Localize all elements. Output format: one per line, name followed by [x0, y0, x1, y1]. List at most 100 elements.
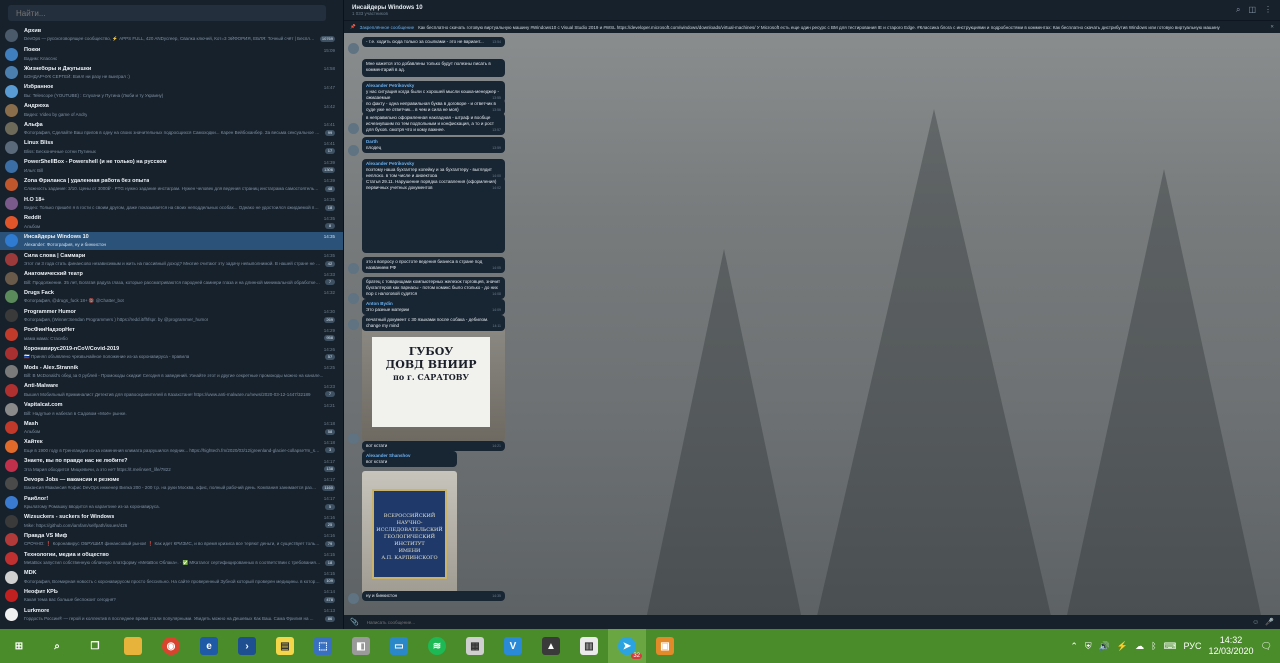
photo-message-plaque[interactable]: ВСЕРОССИЙСКИЙ НАУЧНО- ИССЛЕДОВАТЕЛЬСКИЙ … [362, 471, 457, 599]
search-icon[interactable]: ⌕ [1236, 5, 1240, 15]
chat-list-item[interactable]: Знаете, вы по правде нас не любите? 14:17… [0, 456, 343, 475]
close-icon[interactable]: ✕ [1270, 24, 1274, 30]
pinned-message[interactable]: 📌 Закреплённое сообщение Как бесплатно с… [344, 20, 1280, 33]
keyboard-icon[interactable]: ⌨ [1163, 641, 1176, 652]
bluetooth-icon[interactable]: ᛒ [1151, 641, 1156, 651]
app-button[interactable]: ⬚ [304, 629, 342, 663]
chat-list-item[interactable]: Анатомический театр 14:33 Bill: Продолжени… [0, 269, 343, 288]
telegram-button[interactable]: ➤ 32 [608, 629, 646, 663]
browser-button[interactable]: e [190, 629, 228, 663]
cloud-icon[interactable]: ☁ [1135, 641, 1144, 652]
sender-avatar[interactable] [348, 145, 359, 156]
more-icon[interactable]: ⋮ [1264, 5, 1272, 15]
volume-icon[interactable]: 🔊 [1099, 641, 1110, 652]
shield-icon[interactable]: ⛨ [1085, 641, 1092, 652]
chat-list-item[interactable]: Хайтек 14:18 Еще в 1900 году в Гренландии … [0, 437, 343, 456]
message-bubble[interactable]: вот кстати 14:21 [362, 441, 505, 451]
emoji-icon[interactable]: ☺ [1252, 619, 1259, 626]
chat-time: 14:47 [323, 84, 335, 90]
chat-list-item[interactable]: PowerShellBox - Powershell (и не только)… [0, 157, 343, 176]
message-input[interactable] [364, 616, 1247, 628]
chat-list-item[interactable]: H.O 18+ 14:35 Видео: Только пришёл я в гос… [0, 194, 343, 213]
message-bubble[interactable]: печатный документ с 30 языками после соб… [362, 315, 505, 331]
sender-avatar[interactable] [348, 293, 359, 304]
photo-message-sign[interactable]: ГУБОУ ДОВД ВНИИР по г. САРАТОВУ [362, 323, 505, 441]
chat-list-item[interactable]: Жизнеборы и Джугышки 14:58 БОНДАРЧУК СЕРГЕ… [0, 63, 343, 82]
chat-list-item[interactable]: Раиблог! 14:17 Крылатому Ромашку вводится … [0, 493, 343, 512]
chat-time: 14:35 [323, 215, 335, 221]
sender-avatar[interactable] [348, 433, 359, 444]
chat-list-item[interactable]: Mash 14:18 Альбом 58 [0, 418, 343, 437]
chat-list-item[interactable]: Wizsuckers - suckers for Windows 14:16 Mik… [0, 512, 343, 531]
message-bubble[interactable]: Alexander Shanshov вот кстати [362, 451, 457, 467]
powershell-button[interactable]: › [228, 629, 266, 663]
chat-list-item[interactable]: Технологии, медиа и общество 14:15 MetaBox… [0, 549, 343, 568]
chevron-up-icon[interactable]: ⌃ [1070, 641, 1078, 652]
message-bubble[interactable]: Anton Bydin Это разные материи 14:09 [362, 299, 505, 315]
app-button[interactable]: ▥ [570, 629, 608, 663]
message-time: 14:05 [492, 266, 501, 270]
chat-list-item[interactable]: Programmer Humor 14:30 Фотография, (Winner… [0, 306, 343, 325]
remote-desktop-button[interactable]: ▭ [380, 629, 418, 663]
sender-avatar[interactable] [348, 319, 359, 330]
vscode-button[interactable]: V [494, 629, 532, 663]
message-bubble[interactable]: это к вопросу о простоте ведения бизнеса… [362, 257, 505, 273]
sender-avatar[interactable] [348, 43, 359, 54]
network-icon[interactable]: ⚡ [1117, 641, 1128, 652]
chrome-button[interactable]: ◉ [152, 629, 190, 663]
chat-list-item[interactable]: Vapitalcat.com 14:21 Bill: Надутые я набег… [0, 400, 343, 419]
chat-list-item[interactable]: Linux Bliss 14:41 Bliss: Бесконечные сотни… [0, 138, 343, 157]
chat-list-item[interactable]: Архив DevOps — русскоговорящее сообщество… [0, 26, 343, 45]
message-bubble[interactable]: Статья 29.11. Нарушение порядка составле… [362, 177, 505, 253]
chat-list-item[interactable]: Devops Jobs — вакансии и резюме 14:17 Вака… [0, 475, 343, 494]
chat-list-item[interactable]: Сила слова | Саммари 14:35 Этот ли 3 года … [0, 250, 343, 269]
notification-icon[interactable]: 🗨 [1261, 641, 1272, 652]
search-button[interactable]: ⌕ [38, 629, 76, 663]
chat-list-item[interactable]: MDK 14:15 Фотография, Всемирная новость с … [0, 568, 343, 587]
app-button[interactable]: ▦ [456, 629, 494, 663]
sender-avatar[interactable] [348, 593, 359, 604]
chat-list-item[interactable]: Mods - Alex.Strannik 14:25 Bill: В McDonal… [0, 362, 343, 381]
chat-list-item[interactable]: Lurkmore 14:13 Гордость России® — герой и … [0, 605, 343, 624]
app-button[interactable]: ▲ [532, 629, 570, 663]
chat-list-item[interactable]: Правда VS Миф 14:16 СРОЧНО: ❗ Коронавирус … [0, 531, 343, 550]
message-text: ну и бинкистон [366, 593, 398, 598]
columns-icon[interactable]: ◫ [1248, 5, 1256, 15]
task-view-button[interactable]: ❐ [76, 629, 114, 663]
chat-list-item[interactable]: Drugs Fack 14:32 Фотография, @drugs_fuck 1… [0, 288, 343, 307]
language-indicator[interactable]: РУС [1183, 641, 1201, 651]
message-bubble[interactable]: в неправильно оформленная накладная - шт… [362, 113, 505, 135]
unread-badge: 8 [325, 223, 335, 230]
app-button[interactable]: ◧ [342, 629, 380, 663]
app-button[interactable]: ▣ [646, 629, 684, 663]
sender-avatar[interactable] [348, 263, 359, 274]
chat-list-item[interactable]: Андрюха 14:42 Видео: Video by game of Andr… [0, 101, 343, 120]
chat-list-item[interactable]: Альфа 14:41 Фотография, Сделайте Ваш приго… [0, 119, 343, 138]
spotify-button[interactable]: ≋ [418, 629, 456, 663]
explorer-button[interactable] [114, 629, 152, 663]
message-sender[interactable]: Darth [366, 139, 501, 145]
chat-list-item[interactable]: Неофит КРЬ 14:14 Какая тема вас больше бес… [0, 587, 343, 606]
chat-list-item[interactable]: Reddit 14:35 Альбом 8 [0, 213, 343, 232]
sender-avatar[interactable] [348, 123, 359, 134]
chat-list-item[interactable]: Anti-Malware 14:23 Вышел Мобильный Кримина… [0, 381, 343, 400]
chat-list-item[interactable]: Инсайдеры Windows 10 14:35 Alexander: Фото… [0, 231, 343, 251]
message-bubble[interactable]: Darth плодец 13:59 [362, 137, 505, 153]
message-bubble[interactable]: Мне кажется это добавлены только будут п… [362, 59, 505, 77]
attach-icon[interactable]: 📎 [350, 618, 359, 626]
chat-list-item[interactable]: Избранное 14:47 Вы: Telescope (YOUTUBE) : … [0, 82, 343, 101]
chat-list-item[interactable]: Zona Фрилансa | удаленная работа без опы… [0, 176, 343, 195]
chat-preview: Эта Мария обходится Мицкевичи, а это не?… [24, 466, 171, 472]
search-input[interactable] [8, 5, 326, 21]
chat-list-item[interactable]: Покки 15:09 Вадим: Классно [0, 45, 343, 64]
chat-list-item[interactable]: Коронавирус2019-nCoV/Covid-2019 14:26 🇷🇺 П… [0, 344, 343, 363]
message-bubble[interactable]: ну и бинкистон 14:35 [362, 591, 505, 601]
clock[interactable]: 14:32 12/03/2020 [1209, 635, 1254, 657]
start-button[interactable]: ⊞ [0, 629, 38, 663]
chat-list-item[interactable]: РосФинНадзорНет 14:29 мама мама: Стасибо 95… [0, 325, 343, 344]
chat-preview: Bill: В McDonald's обед за 0 рублей - Пр… [24, 373, 324, 379]
microphone-icon[interactable]: 🎤 [1265, 618, 1274, 626]
message-bubble[interactable]: - т.е. ходить сюда только за ссылками - … [362, 37, 505, 47]
sticky-notes-button[interactable]: ▤ [266, 629, 304, 663]
message-bubble[interactable]: братец с товарищами компьютерных железок… [362, 277, 505, 299]
